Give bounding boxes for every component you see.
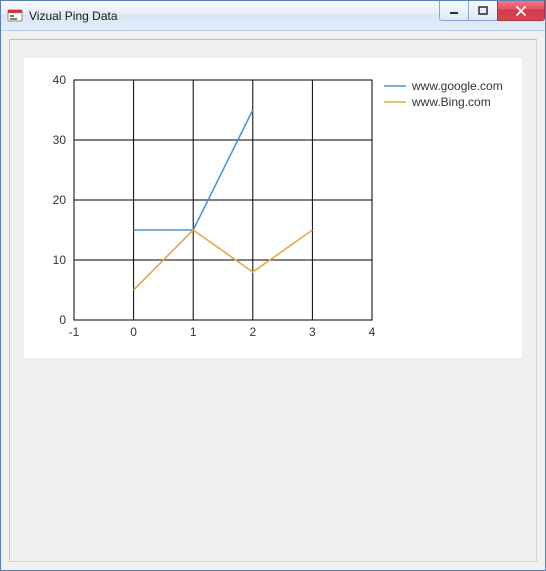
x-tick-label: 0: [130, 325, 137, 339]
chart-panel: -101234010203040www.google.comwww.Bing.c…: [24, 58, 522, 358]
close-button[interactable]: [497, 1, 545, 21]
legend-label: www.Bing.com: [411, 95, 491, 109]
app-icon: [7, 8, 23, 24]
inner-panel: -101234010203040www.google.comwww.Bing.c…: [9, 39, 537, 562]
x-tick-label: 2: [249, 325, 256, 339]
x-tick-label: 1: [190, 325, 197, 339]
y-tick-label: 40: [53, 73, 67, 87]
minimize-button[interactable]: [439, 1, 469, 21]
maximize-button[interactable]: [468, 1, 498, 21]
minimize-icon: [449, 6, 459, 16]
app-window: Vizual Ping Data -101234: [0, 0, 546, 571]
chart-svg: -101234010203040www.google.comwww.Bing.c…: [32, 68, 512, 348]
titlebar[interactable]: Vizual Ping Data: [1, 1, 545, 31]
y-tick-label: 10: [53, 253, 67, 267]
chart-area: -101234010203040www.google.comwww.Bing.c…: [32, 68, 514, 348]
client-area: -101234010203040www.google.comwww.Bing.c…: [1, 31, 545, 570]
legend-label: www.google.com: [411, 79, 503, 93]
maximize-icon: [478, 6, 488, 16]
x-tick-label: -1: [69, 325, 80, 339]
close-icon: [515, 6, 527, 16]
x-tick-label: 3: [309, 325, 316, 339]
window-title: Vizual Ping Data: [29, 9, 118, 23]
y-tick-label: 20: [53, 193, 67, 207]
y-tick-label: 0: [59, 313, 66, 327]
y-tick-label: 30: [53, 133, 67, 147]
titlebar-controls: [440, 1, 545, 21]
x-tick-label: 4: [369, 325, 376, 339]
